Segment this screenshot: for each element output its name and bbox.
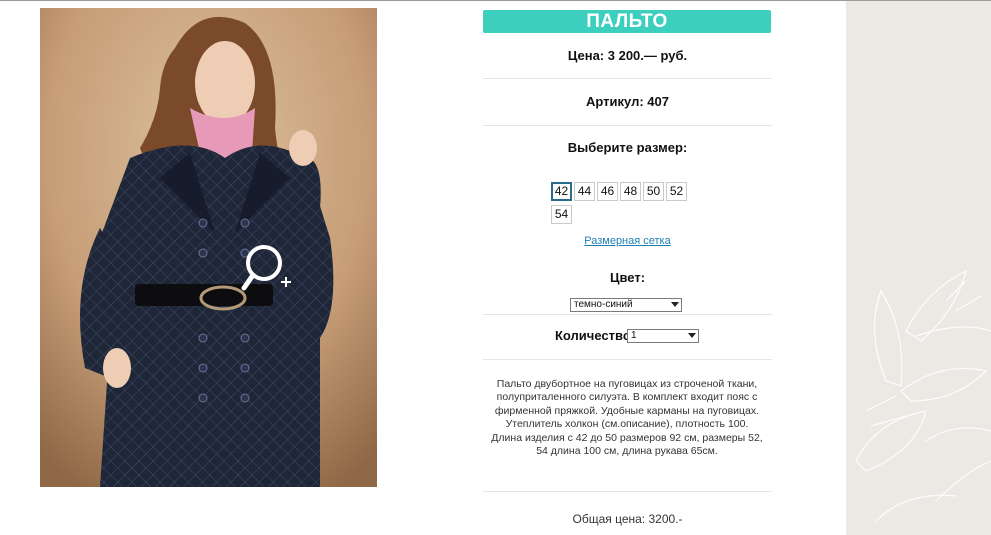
- product-photo[interactable]: [40, 8, 377, 487]
- product-description: Пальто двубортное на пуговицах из строче…: [491, 378, 763, 458]
- floral-pattern-icon: [855, 269, 991, 522]
- size-option-54[interactable]: 54: [551, 205, 572, 224]
- size-option-42[interactable]: 42: [551, 182, 572, 201]
- quantity-row: Количество:: [555, 328, 635, 344]
- size-chart-link[interactable]: Размерная сетка: [483, 235, 772, 247]
- color-label: Цвет:: [609, 270, 646, 285]
- product-sku: Артикул: 407: [586, 94, 669, 109]
- product-details: ПАЛЬТО Цена: 3 200.— руб. Артикул: 407 В…: [483, 1, 772, 535]
- total-price: Общая цена: 3200.-: [572, 512, 683, 526]
- divider: [483, 314, 772, 315]
- decorative-floral-panel: [846, 1, 991, 535]
- quantity-select[interactable]: 1: [627, 329, 699, 343]
- color-select-value: темно-синий: [574, 299, 633, 310]
- size-option-46[interactable]: 46: [597, 182, 618, 201]
- product-price: Цена: 3 200.— руб.: [567, 48, 688, 63]
- quantity-label: Количество:: [555, 328, 636, 343]
- size-prompt: Выберите размер:: [567, 140, 688, 155]
- divider: [483, 359, 772, 360]
- chevron-down-icon: [688, 333, 696, 338]
- size-option-52[interactable]: 52: [666, 182, 687, 201]
- size-option-50[interactable]: 50: [643, 182, 664, 201]
- chevron-down-icon: [671, 302, 679, 307]
- zoom-in-icon[interactable]: [241, 244, 293, 292]
- size-option-48[interactable]: 48: [620, 182, 641, 201]
- product-title: ПАЛЬТО: [483, 10, 771, 33]
- divider: [483, 125, 772, 126]
- quantity-select-value: 1: [631, 330, 637, 341]
- divider: [483, 491, 772, 492]
- color-select[interactable]: темно-синий: [570, 298, 682, 312]
- size-option-44[interactable]: 44: [574, 182, 595, 201]
- coat-model-illustration: [40, 8, 377, 487]
- divider: [483, 78, 772, 79]
